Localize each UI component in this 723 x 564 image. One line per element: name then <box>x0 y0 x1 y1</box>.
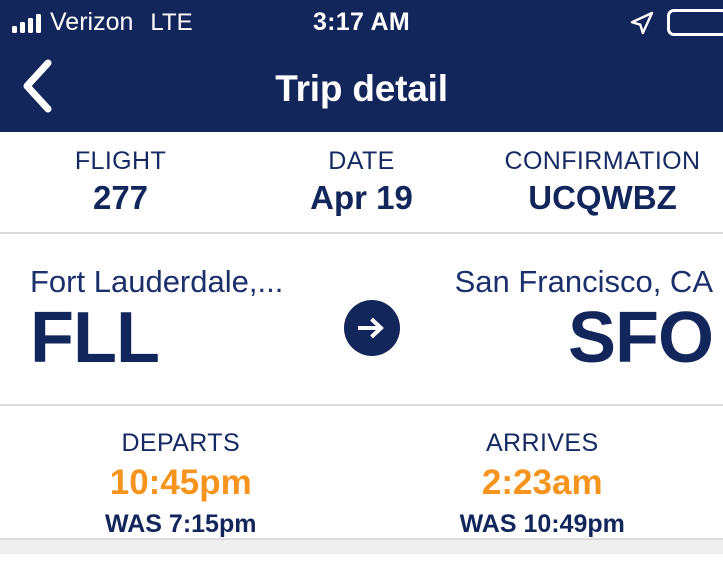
arrives-new-time: 2:23am <box>481 463 603 502</box>
flight-info-row: FLIGHT 277 DATE Apr 19 CONFIRMATION UCQW… <box>0 132 723 232</box>
times-section: DEPARTS 10:45pm WAS 7:15pm ARRIVES 2:23a… <box>0 406 723 538</box>
page-title: Trip detail <box>275 67 448 109</box>
departs-new-time: 10:45pm <box>109 463 252 502</box>
battery-icon <box>667 9 723 36</box>
origin-code: FLL <box>30 297 160 378</box>
status-bar: Verizon LTE 3:17 AM <box>0 0 723 45</box>
chevron-left-icon <box>18 58 58 119</box>
status-bar-left: Verizon LTE <box>12 8 193 37</box>
departs-label: DEPARTS <box>121 429 241 457</box>
confirmation-label: CONFIRMATION <box>504 146 701 175</box>
arrives-previous-time: WAS 10:49pm <box>459 509 625 538</box>
confirmation-value: UCQWBZ <box>528 178 677 216</box>
origin-city: Fort Lauderdale,... <box>30 264 284 300</box>
destination-code: SFO <box>567 297 714 378</box>
carrier-name: Verizon <box>50 8 134 36</box>
departs-previous-time: WAS 7:15pm <box>105 509 257 538</box>
back-button[interactable] <box>2 53 74 125</box>
location-arrow-icon <box>629 10 655 36</box>
flight-number-cell: FLIGHT 277 <box>0 147 241 216</box>
date-value: Apr 19 <box>310 178 413 216</box>
signal-strength-icon <box>12 13 41 33</box>
date-label: DATE <box>328 146 395 175</box>
origin-block: Fort Lauderdale,... FLL <box>8 264 322 374</box>
arrives-label: ARRIVES <box>485 429 599 457</box>
confirmation-cell: CONFIRMATION UCQWBZ <box>482 147 723 216</box>
status-bar-right <box>629 9 723 36</box>
flight-info-section: FLIGHT 277 DATE Apr 19 CONFIRMATION UCQW… <box>0 132 723 232</box>
navigation-bar: Trip detail <box>0 45 723 132</box>
arrives-block: ARRIVES 2:23am WAS 10:49pm <box>362 428 723 538</box>
trip-detail-screen: Verizon LTE 3:17 AM Trip detail FLIGHT 2… <box>0 0 723 564</box>
departs-block: DEPARTS 10:45pm WAS 7:15pm <box>0 428 362 538</box>
flight-number-value: 277 <box>92 178 149 216</box>
flight-number-label: FLIGHT <box>74 146 167 175</box>
arrow-right-circle-icon <box>343 300 400 356</box>
bottom-strip <box>0 540 723 554</box>
date-cell: DATE Apr 19 <box>241 147 482 216</box>
destination-block: San Francisco, CA SFO <box>422 264 716 374</box>
route-section: Fort Lauderdale,... FLL San Francisco, C… <box>0 234 723 404</box>
destination-city: San Francisco, CA <box>454 264 713 300</box>
network-type: LTE <box>150 8 193 36</box>
